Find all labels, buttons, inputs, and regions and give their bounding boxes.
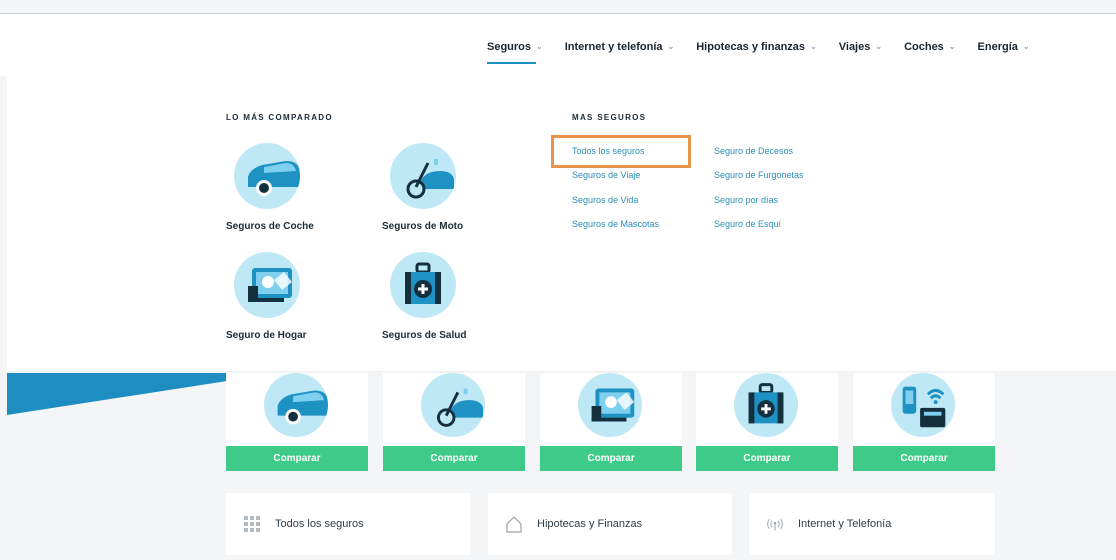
medical-kit-icon — [734, 373, 798, 437]
mega-menu-panel — [7, 76, 1116, 372]
compare-card-telecom: Comparar — [853, 373, 995, 471]
product-label: Seguro de Hogar — [226, 330, 307, 341]
product-car-insurance[interactable]: Seguros de Coche — [226, 143, 366, 232]
compare-button[interactable]: Comparar — [383, 446, 525, 471]
nav-energia[interactable]: Energía ⌄ — [978, 41, 1030, 53]
scooter-icon — [421, 373, 485, 437]
link-seguros-de-mascotas[interactable]: Seguros de Mascotas — [572, 219, 659, 229]
compare-button[interactable]: Comparar — [696, 446, 838, 471]
product-health-insurance[interactable]: Seguros de Salud — [382, 252, 522, 341]
product-label: Seguros de Salud — [382, 330, 467, 341]
product-label: Seguros de Coche — [226, 221, 314, 232]
compare-card-health: Comparar — [696, 373, 838, 471]
chevron-down-icon: ⌄ — [1022, 41, 1030, 51]
nav-viajes[interactable]: Viajes ⌄ — [839, 41, 882, 53]
chevron-down-icon: ⌄ — [875, 41, 883, 51]
chevron-down-icon: ⌄ — [536, 41, 543, 51]
bottom-link-hipotecas-finanzas[interactable]: Hipotecas y Finanzas — [488, 493, 732, 555]
house-outline-icon — [505, 515, 523, 533]
scooter-icon — [390, 143, 456, 209]
nav-internet-telefonia[interactable]: Internet y telefonía ⌄ — [565, 41, 675, 53]
highlight-box — [551, 135, 691, 168]
home-photo-icon — [234, 252, 300, 318]
grid-icon — [243, 515, 261, 533]
product-label: Seguros de Moto — [382, 221, 464, 232]
nav-coches[interactable]: Coches ⌄ — [904, 41, 955, 53]
link-seguro-por-dias[interactable]: Seguro por días — [714, 195, 778, 205]
nav-hipotecas-finanzas[interactable]: Hipotecas y finanzas ⌄ — [696, 41, 817, 53]
compare-button[interactable]: Comparar — [540, 446, 682, 471]
nav-seguros[interactable]: Seguros ⌄ — [487, 41, 543, 53]
bottom-link-label: Hipotecas y Finanzas — [537, 518, 643, 530]
more-insurance-heading: MAS SEGUROS — [572, 113, 647, 122]
home-photo-icon — [578, 373, 642, 437]
link-seguros-de-viaje[interactable]: Seguros de Viaje — [572, 170, 640, 180]
link-seguro-de-furgonetas[interactable]: Seguro de Furgonetas — [714, 170, 804, 180]
product-moto-insurance[interactable]: Seguros de Moto — [382, 143, 522, 232]
car-icon — [234, 143, 300, 209]
compare-button[interactable]: Comparar — [226, 446, 368, 471]
bottom-link-todos-los-seguros[interactable]: Todos los seguros — [226, 493, 470, 555]
phone-wifi-icon — [891, 373, 955, 437]
link-seguro-de-esqui[interactable]: Seguro de Esquí — [714, 219, 781, 229]
chevron-down-icon: ⌄ — [667, 41, 675, 51]
compare-card-car: Comparar — [226, 373, 368, 471]
bottom-link-internet-telefonia[interactable]: Internet y Telefonía — [749, 493, 995, 555]
hero-background-wedge — [7, 373, 227, 415]
product-home-insurance[interactable]: Seguro de Hogar — [226, 252, 366, 341]
compare-button[interactable]: Comparar — [853, 446, 995, 471]
medical-kit-icon — [390, 252, 456, 318]
most-compared-heading: LO MÁS COMPARADO — [226, 113, 333, 122]
compare-card-home: Comparar — [540, 373, 682, 471]
bottom-link-label: Internet y Telefonía — [798, 518, 892, 530]
chevron-down-icon: ⌄ — [810, 41, 817, 51]
link-seguro-de-decesos[interactable]: Seguro de Decesos — [714, 146, 793, 156]
bottom-link-label: Todos los seguros — [275, 518, 364, 530]
car-icon — [264, 373, 328, 437]
chevron-down-icon: ⌄ — [948, 41, 956, 51]
compare-card-moto: Comparar — [383, 373, 525, 471]
antenna-icon — [766, 515, 784, 533]
main-nav: Seguros ⌄ Internet y telefonía ⌄ Hipotecas… — [487, 41, 1052, 53]
active-nav-indicator — [487, 62, 536, 64]
link-seguros-de-vida[interactable]: Seguros de Vida — [572, 195, 638, 205]
